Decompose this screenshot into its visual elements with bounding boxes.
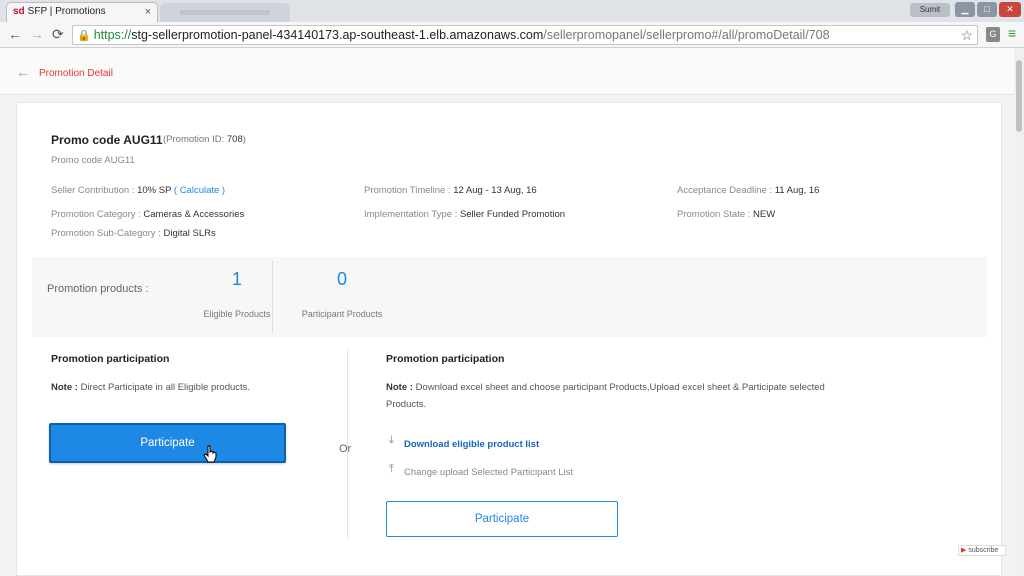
left-section-title: Promotion participation bbox=[51, 353, 170, 365]
promotion-category: Promotion Category : Cameras & Accessori… bbox=[51, 209, 245, 220]
promotion-card: Promo code AUG11 (Promotion ID: 708) Pro… bbox=[16, 102, 1002, 576]
right-section-title: Promotion participation bbox=[386, 353, 505, 365]
download-eligible-link[interactable]: Download eligible product list bbox=[404, 439, 539, 450]
seller-contribution: Seller Contribution : 10% SP ( Calculate… bbox=[51, 185, 226, 196]
browser-tab-inactive[interactable] bbox=[160, 3, 290, 22]
lock-icon: 🔒 bbox=[77, 30, 91, 42]
browser-back-icon[interactable]: ← bbox=[8, 25, 22, 43]
acceptance-deadline: Acceptance Deadline : 11 Aug, 16 bbox=[677, 185, 820, 196]
back-arrow-icon[interactable]: ← bbox=[16, 64, 30, 80]
extension-icon[interactable]: G bbox=[986, 27, 1000, 42]
download-icon: ⤓ bbox=[389, 434, 394, 446]
tab-title: SFP | Promotions bbox=[27, 6, 106, 17]
menu-icon[interactable]: ≡ bbox=[1008, 25, 1016, 41]
url-scheme: https:// bbox=[93, 28, 132, 42]
subscribe-text: subscribe bbox=[968, 547, 999, 554]
tab-close-icon[interactable]: × bbox=[145, 3, 151, 21]
browser-toolbar: ← → ⟳ 🔒 https://stg-sellerpromotion-panel… bbox=[0, 22, 1024, 48]
participant-label: Participant Products bbox=[301, 309, 383, 319]
promo-title: Promo code AUG11 bbox=[51, 133, 163, 147]
scrollbar[interactable] bbox=[1014, 48, 1024, 576]
promo-subtitle: Promo code AUG11 bbox=[51, 155, 135, 166]
upload-participant-link[interactable]: Change upload Selected Participant List bbox=[404, 467, 573, 478]
upload-icon: ⤒ bbox=[389, 463, 394, 475]
maximize-icon[interactable]: □ bbox=[977, 2, 997, 17]
participate-selected-button[interactable]: Participate bbox=[386, 501, 618, 537]
reload-icon[interactable]: ⟳ bbox=[52, 25, 64, 43]
promotion-products-label: Promotion products : bbox=[47, 283, 149, 295]
promotion-state: Promotion State : NEW bbox=[677, 209, 776, 220]
or-separator: Or bbox=[339, 443, 352, 455]
url-host: stg-sellerpromotion-panel-434140173.ap-s… bbox=[131, 28, 544, 42]
minimize-icon[interactable]: ▁ bbox=[955, 2, 975, 17]
cursor-icon bbox=[203, 445, 217, 463]
promotion-products-stats: Promotion products : 1 Eligible Products… bbox=[32, 257, 987, 337]
close-window-icon[interactable]: ✕ bbox=[999, 2, 1021, 17]
promotion-subcategory: Promotion Sub-Category : Digital SLRs bbox=[51, 228, 216, 239]
stats-divider bbox=[272, 261, 273, 333]
subscribe-badge[interactable]: ▶ subscribe bbox=[958, 545, 1006, 556]
browser-tab-active[interactable]: sd SFP | Promotions × bbox=[6, 2, 158, 22]
page-title: Promotion Detail bbox=[39, 68, 113, 79]
tab-blurred-title bbox=[180, 10, 270, 15]
site-favicon: sd bbox=[13, 6, 25, 17]
eligible-count[interactable]: 1 bbox=[207, 269, 267, 290]
browser-titlebar: sd SFP | Promotions × Sumit ▁ □ ✕ bbox=[0, 0, 1024, 22]
left-note: Note : Direct Participate in all Eligibl… bbox=[51, 382, 251, 393]
address-bar[interactable]: 🔒 https://stg-sellerpromotion-panel-43414… bbox=[72, 25, 978, 45]
participant-count[interactable]: 0 bbox=[312, 269, 372, 290]
right-note: Note : Download excel sheet and choose p… bbox=[386, 382, 825, 410]
calculate-link[interactable]: Calculate bbox=[180, 185, 220, 196]
scrollbar-thumb[interactable] bbox=[1016, 60, 1022, 132]
promotion-id: (Promotion ID: 708) bbox=[163, 134, 246, 145]
bookmark-star-icon[interactable]: ☆ bbox=[960, 26, 973, 44]
profile-badge[interactable]: Sumit bbox=[910, 3, 950, 17]
promotion-timeline: Promotion Timeline : 12 Aug - 13 Aug, 16 bbox=[364, 185, 537, 196]
url-path: /sellerpromopanel/sellerpromo#/all/promo… bbox=[543, 28, 830, 42]
implementation-type: Implementation Type : Seller Funded Prom… bbox=[364, 209, 566, 220]
youtube-icon: ▶ bbox=[961, 547, 967, 554]
browser-forward-icon[interactable]: → bbox=[30, 25, 44, 43]
participate-all-button[interactable]: Participate bbox=[49, 423, 286, 463]
page-header: ← Promotion Detail bbox=[0, 48, 1024, 95]
